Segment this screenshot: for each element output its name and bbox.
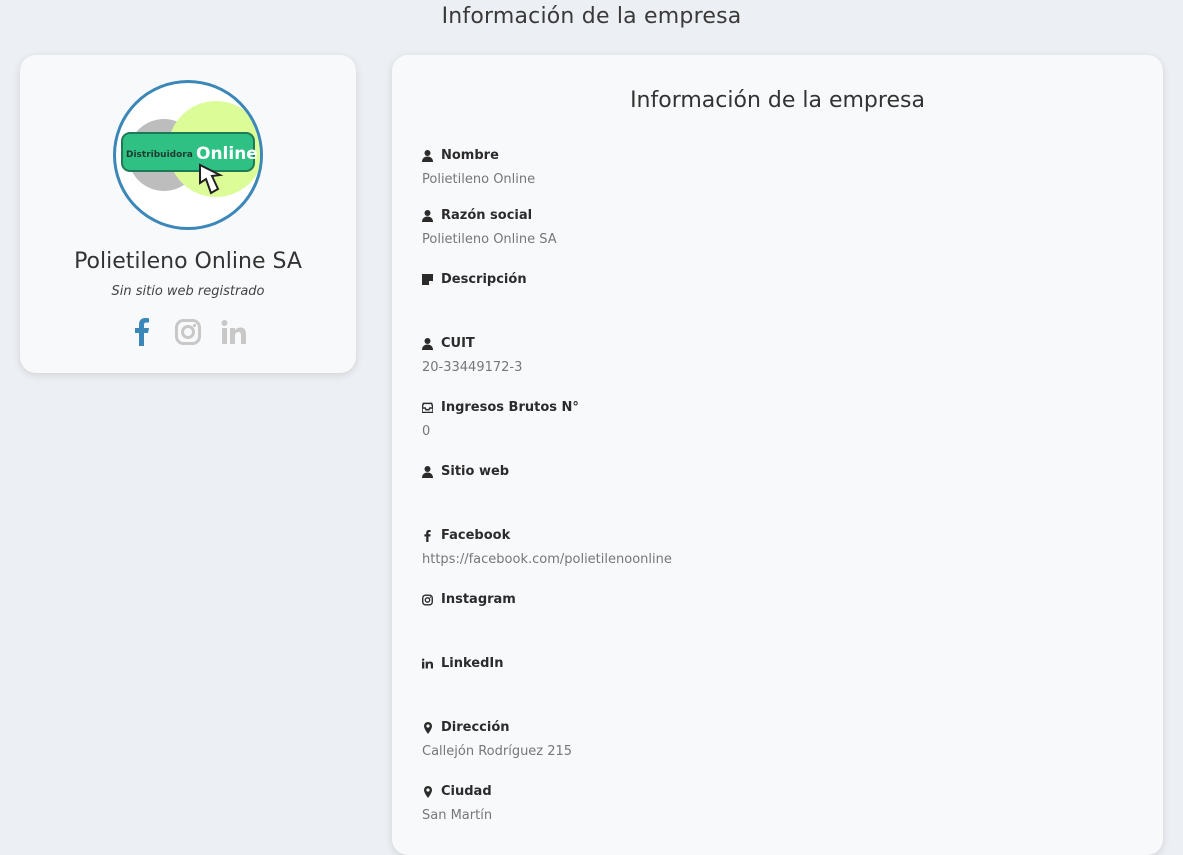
user-icon <box>422 149 433 162</box>
field-label: Dirección <box>441 720 510 735</box>
field-value: Polietileno Online SA <box>422 232 557 247</box>
field-label: Nombre <box>441 148 499 163</box>
info-title: Información de la empresa <box>630 88 925 113</box>
field-label: LinkedIn <box>441 656 504 671</box>
field-direccion: Dirección Callejón Rodríguez 215 <box>422 720 572 760</box>
field-label: Instagram <box>441 592 516 607</box>
field-value: Callejón Rodríguez 215 <box>422 744 573 759</box>
field-nombre: Nombre Polietileno Online <box>422 148 535 188</box>
svg-text:Distribuidora: Distribuidora <box>126 150 193 160</box>
field-linkedin: LinkedIn <box>422 656 504 696</box>
field-instagram: Instagram <box>422 592 516 632</box>
field-ingresos-brutos: Ingresos Brutos N° 0 <box>422 400 579 440</box>
field-cuit: CUIT 20-33449172-3 <box>422 336 522 376</box>
map-marker-icon <box>422 785 433 798</box>
field-label: Descripción <box>441 272 527 287</box>
field-sitio-web: Sitio web <box>422 464 509 504</box>
field-label: Ciudad <box>441 784 492 799</box>
instagram-icon <box>422 594 433 606</box>
instagram-icon[interactable] <box>173 315 203 349</box>
linkedin-icon[interactable] <box>219 315 249 349</box>
linkedin-icon <box>422 658 433 670</box>
company-website-text: Sin sitio web registrado <box>111 284 265 299</box>
field-descripcion: Descripción <box>422 272 527 312</box>
svg-text:Online: Online <box>196 144 258 164</box>
field-label: CUIT <box>441 336 475 351</box>
user-icon <box>422 209 433 222</box>
facebook-icon <box>422 529 433 542</box>
field-value: 20-33449172-3 <box>422 360 523 375</box>
page-title: Información de la empresa <box>441 4 742 29</box>
note-icon <box>422 274 433 286</box>
facebook-icon[interactable] <box>127 315 157 349</box>
field-value: 0 <box>422 424 431 439</box>
field-value <box>422 488 509 504</box>
company-logo: Distribuidora Online <box>113 80 263 230</box>
field-value: San Martín <box>422 808 493 823</box>
social-links <box>20 315 356 349</box>
map-marker-icon <box>422 721 433 734</box>
field-value: https://facebook.com/polietilenoonline <box>422 552 672 567</box>
user-icon <box>422 465 433 478</box>
inbox-icon <box>422 402 433 414</box>
company-info-card: Información de la empresa Nombre Polieti… <box>392 55 1163 855</box>
user-icon <box>422 337 433 350</box>
field-value <box>422 616 516 632</box>
field-label: Sitio web <box>441 464 510 479</box>
company-profile-card: Distribuidora Online Polietileno Online … <box>20 55 356 373</box>
field-label: Razón social <box>441 208 533 223</box>
field-value <box>422 296 527 312</box>
field-facebook: Facebook https://facebook.com/polietilen… <box>422 528 672 568</box>
field-value <box>422 680 504 696</box>
field-label: Facebook <box>441 528 511 543</box>
field-ciudad: Ciudad San Martín <box>422 784 492 824</box>
field-label: Ingresos Brutos N° <box>441 400 579 415</box>
field-value: Polietileno Online <box>422 172 536 187</box>
company-name: Polietileno Online SA <box>74 249 302 274</box>
field-razon-social: Razón social Polietileno Online SA <box>422 208 557 248</box>
